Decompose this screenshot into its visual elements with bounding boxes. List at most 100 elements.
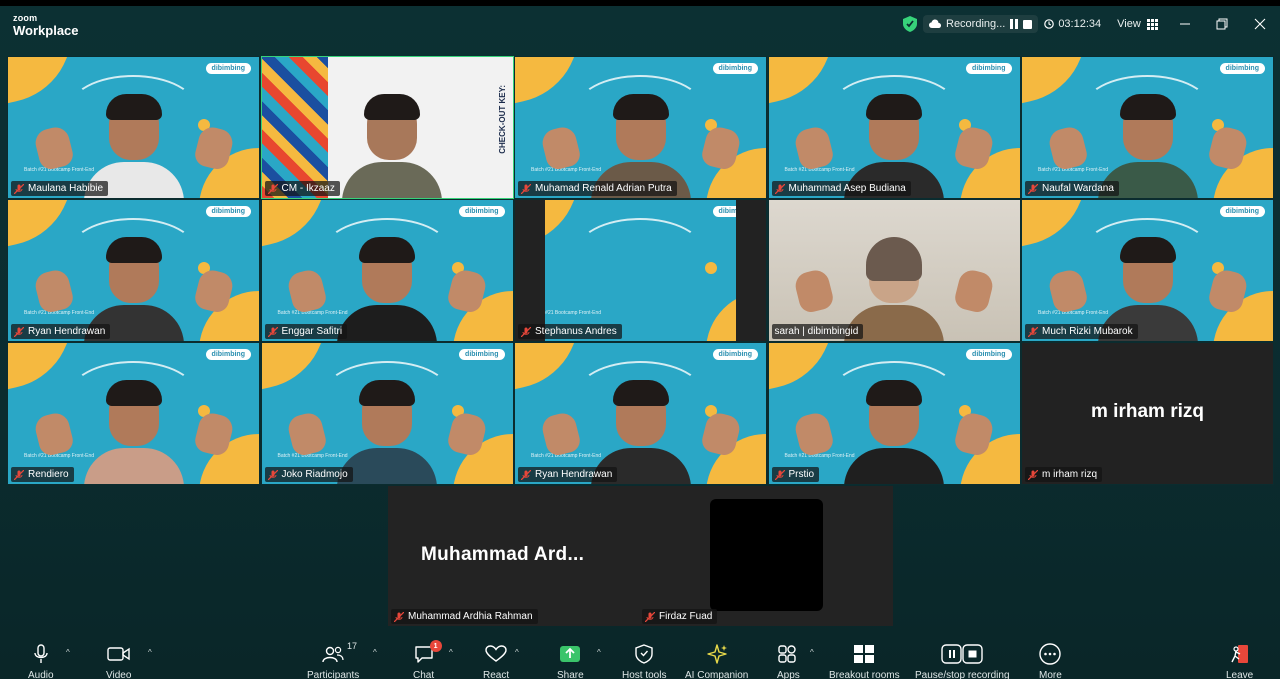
- participant-tile[interactable]: dibimbing Batch #21 Bootcamp Front-End Eng…: [260, 199, 514, 342]
- dibimbing-logo: dibimbing: [1219, 206, 1265, 217]
- participant-tile[interactable]: dibimbing Batch #21 Bootcamp Front-End Rya…: [7, 199, 260, 342]
- apps-button[interactable]: Apps: [777, 643, 800, 679]
- mic-muted-icon: [393, 611, 405, 622]
- participant-tile[interactable]: dibimbing Batch #21 Bootcamp Front-End Muh…: [767, 56, 1021, 199]
- mic-muted-icon: [520, 183, 532, 194]
- chat-label: Chat: [413, 670, 435, 679]
- title-bar: zoom Workplace Recording... 03:12:34 Vie…: [0, 6, 1280, 42]
- self-view-video[interactable]: [710, 499, 823, 611]
- dibimbing-logo: dibimbing: [205, 63, 251, 74]
- participant-tile[interactable]: dibimbing Batch #21 Bootcamp Front-End Nau…: [1021, 56, 1274, 199]
- participant-tile[interactable]: dibimbing Batch #21 Bootcamp Front-End Muh…: [514, 56, 767, 199]
- participant-nametag: Stephanus Andres: [518, 324, 622, 339]
- chat-unread-badge: 1: [429, 640, 442, 652]
- dibimbing-logo: dibimbing: [712, 63, 758, 74]
- participant-name: Muhamad Renald Adrian Putra: [535, 183, 672, 194]
- participant-tile[interactable]: dibimbing Batch #21 Bootcamp Front-End Jok…: [260, 342, 514, 485]
- participant-name: Rendiero: [28, 469, 69, 480]
- participant-nametag: Ryan Hendrawan: [518, 467, 618, 482]
- apps-options-chevron-icon[interactable]: ^: [810, 648, 814, 657]
- apps-label: Apps: [777, 670, 800, 679]
- chat-options-chevron-icon[interactable]: ^: [449, 648, 453, 657]
- pause-stop-label: Pause/stop recording: [915, 670, 1010, 679]
- share-button[interactable]: Share: [557, 643, 584, 679]
- react-button[interactable]: React: [483, 643, 509, 679]
- participant-name: Ryan Hendrawan: [28, 326, 106, 337]
- audio-button[interactable]: Audio: [28, 643, 54, 679]
- ai-companion-button[interactable]: AI Companion: [685, 643, 748, 679]
- share-screen-icon: [559, 643, 581, 665]
- video-gallery: dibimbing Batch #21 Bootcamp Front-End Mau…: [7, 56, 1274, 485]
- heart-icon: [485, 643, 507, 665]
- participant-tile[interactable]: dibimbing Batch #21 Bootcamp Front-End Rya…: [514, 342, 767, 485]
- mic-muted-icon: [13, 469, 25, 480]
- mic-muted-icon: [520, 469, 532, 480]
- participant-nametag: Joko Riadmojo: [264, 467, 353, 482]
- participant-tile[interactable]: sarah | dibimbingid: [767, 199, 1021, 342]
- active-speaker-tile[interactable]: CHECK-OUT KEY: CM - Ikzaaz: [260, 56, 514, 199]
- participant-name: Maulana Habibie: [28, 183, 104, 194]
- pause-stop-recording-button[interactable]: Pause/stop recording: [915, 643, 1010, 679]
- audio-options-chevron-icon[interactable]: ^: [66, 648, 70, 657]
- pause-stop-recording-icon: [941, 643, 983, 665]
- mic-muted-icon: [774, 183, 785, 194]
- more-button[interactable]: More: [1039, 643, 1062, 679]
- participant-nametag: Much Rizki Mubarok: [1025, 324, 1138, 339]
- react-options-chevron-icon[interactable]: ^: [515, 648, 519, 657]
- participant-name: m irham rizq: [1042, 469, 1098, 480]
- video-label: Video: [106, 670, 132, 679]
- video-options-chevron-icon[interactable]: ^: [148, 648, 152, 657]
- zoom-logo: zoom Workplace: [13, 14, 79, 38]
- brand-big: Workplace: [13, 23, 79, 38]
- dibimbing-logo: dibimbing: [966, 349, 1012, 360]
- participant-name: Prstio: [788, 469, 815, 480]
- participants-options-chevron-icon[interactable]: ^: [373, 648, 377, 657]
- participant-name: Stephanus Andres: [535, 326, 617, 337]
- participant-tile[interactable]: m irham rizq m irham rizq: [1021, 342, 1274, 485]
- participant-name: CM - Ikzaaz: [281, 183, 335, 194]
- participant-nametag: Enggar Safitri: [264, 324, 348, 339]
- participant-nametag: Naufal Wardana: [1025, 181, 1119, 196]
- participant-tile[interactable]: dibimbing Batch #21 Bootcamp Front-End Muc…: [1021, 199, 1274, 342]
- recording-indicator[interactable]: Recording...: [923, 15, 1039, 33]
- video-button[interactable]: Video: [106, 643, 131, 679]
- minimize-icon: [1180, 23, 1190, 25]
- dibimbing-logo: dibimbing: [1219, 63, 1265, 74]
- participant-tile[interactable]: dibimbingBatch #21 Bootcamp Front-EndSte…: [514, 199, 767, 342]
- participant-figure: [337, 88, 442, 198]
- participant-name: Ryan Hendrawan: [535, 469, 613, 480]
- breakout-rooms-button[interactable]: Breakout rooms: [829, 643, 900, 679]
- dibimbing-logo: dibimbing: [712, 349, 758, 360]
- close-button[interactable]: [1250, 14, 1270, 34]
- mic-muted-icon: [520, 326, 532, 337]
- minimize-button[interactable]: [1175, 14, 1195, 34]
- participant-nametag: Firdaz Fuad: [642, 609, 718, 624]
- participant-tile[interactable]: dibimbing Batch #21 Bootcamp Front-End Mau…: [7, 56, 260, 199]
- mic-muted-icon: [1027, 469, 1039, 480]
- pause-recording-icon[interactable]: [1010, 19, 1019, 29]
- stop-recording-icon[interactable]: [1023, 19, 1033, 29]
- mic-muted-icon: [267, 326, 278, 337]
- view-button[interactable]: View: [1117, 18, 1158, 30]
- leave-button[interactable]: Leave: [1226, 643, 1253, 679]
- participant-nametag: sarah | dibimbingid: [771, 324, 864, 339]
- participant-name: Firdaz Fuad: [659, 611, 713, 622]
- video-letterbox: [515, 200, 545, 341]
- slide-title: CHECK-OUT KEY:: [497, 85, 507, 154]
- participant-figure: [32, 374, 235, 484]
- timer-value: 03:12:34: [1058, 18, 1102, 30]
- video-letterbox: [736, 200, 766, 341]
- restore-button[interactable]: [1212, 14, 1232, 34]
- microphone-icon: [33, 643, 49, 665]
- meeting-toolbar: Audio ^ Video ^ Participants 17 ^ 1 Chat…: [0, 639, 1280, 679]
- background-dot: [705, 262, 717, 274]
- bottom-video-panel: Muhammad Ard... Muhammad Ardhia Rahman F…: [388, 486, 893, 626]
- chat-button[interactable]: 1 Chat: [413, 640, 442, 679]
- breakout-rooms-icon: [853, 643, 875, 665]
- share-options-chevron-icon[interactable]: ^: [597, 648, 601, 657]
- host-tools-button[interactable]: Host tools: [622, 643, 666, 679]
- participant-tile[interactable]: dibimbing Batch #21 Bootcamp Front-End Ren…: [7, 342, 260, 485]
- participants-label: Participants: [307, 670, 360, 679]
- encryption-shield-icon[interactable]: [903, 16, 917, 32]
- participant-tile[interactable]: dibimbing Batch #21 Bootcamp Front-End Prs…: [767, 342, 1021, 485]
